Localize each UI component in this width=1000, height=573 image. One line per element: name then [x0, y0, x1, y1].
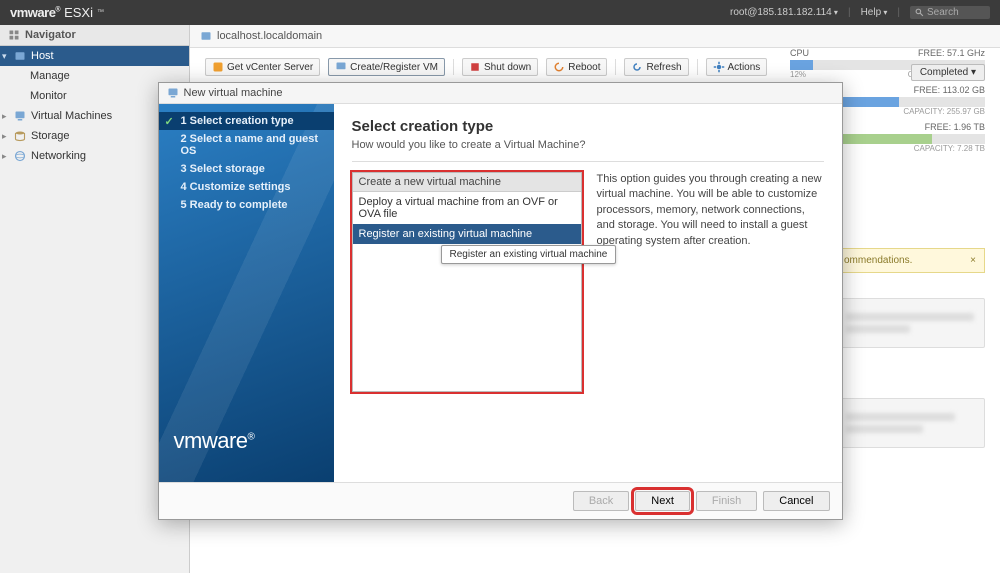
close-icon[interactable]: × — [970, 255, 976, 266]
info-card — [835, 298, 985, 348]
new-vm-wizard-modal: New virtual machine 1 Select creation ty… — [158, 82, 843, 520]
creation-type-list: Create a new virtual machine Deploy a vi… — [352, 172, 582, 392]
reboot-icon — [553, 61, 565, 73]
wizard-step-3: 3 Select storage — [159, 160, 334, 178]
help-menu[interactable]: Help — [861, 7, 888, 18]
breadcrumb: localhost.localdomain — [190, 25, 1000, 48]
wizard-step-2: 2 Select a name and guest OS — [159, 130, 334, 160]
info-card — [835, 398, 985, 448]
vmware-brand-logo: vmware® — [159, 428, 334, 474]
option-register-existing[interactable]: Register an existing virtual machine — [353, 224, 581, 244]
back-button[interactable]: Back — [573, 491, 629, 511]
navigator-icon — [8, 29, 20, 41]
modal-footer: Back Next Finish Cancel — [159, 482, 842, 519]
shutdown-icon — [469, 61, 481, 73]
option-deploy-ovf[interactable]: Deploy a virtual machine from an OVF or … — [353, 192, 581, 224]
wizard-subheading: How would you like to create a Virtual M… — [352, 139, 824, 151]
search-icon — [915, 8, 924, 17]
user-menu[interactable]: root@185.181.182.114 — [730, 7, 838, 18]
get-vcenter-button[interactable]: Get vCenter Server — [205, 58, 320, 76]
vm-icon — [167, 87, 179, 99]
create-vm-icon — [335, 61, 347, 73]
actions-button[interactable]: Actions — [706, 58, 768, 76]
vcenter-icon — [212, 61, 224, 73]
next-button[interactable]: Next — [635, 491, 690, 511]
modal-title-bar: New virtual machine — [159, 83, 842, 104]
option-create-new[interactable]: Create a new virtual machine — [353, 173, 581, 192]
wizard-step-4: 4 Customize settings — [159, 178, 334, 196]
refresh-icon — [631, 61, 643, 73]
wizard-step-5: 5 Ready to complete — [159, 196, 334, 214]
wizard-steps-panel: 1 Select creation type 2 Select a name a… — [159, 104, 334, 482]
wizard-heading: Select creation type — [352, 118, 824, 135]
product-name: ESXi — [64, 5, 93, 20]
storage-icon — [14, 130, 26, 142]
finish-button[interactable]: Finish — [696, 491, 757, 511]
reboot-button[interactable]: Reboot — [546, 58, 607, 76]
option-description: This option guides you through creating … — [597, 172, 824, 392]
host-icon — [14, 50, 26, 62]
vmware-logo: vmware® — [10, 5, 60, 20]
host-icon — [200, 30, 212, 42]
recommendations-banner[interactable]: ommendations.× — [835, 248, 985, 273]
tooltip: Register an existing virtual machine — [441, 245, 617, 264]
wizard-step-1[interactable]: 1 Select creation type — [159, 112, 334, 130]
vm-icon — [14, 110, 26, 122]
create-register-vm-button[interactable]: Create/Register VM — [328, 58, 445, 76]
gear-icon — [713, 61, 725, 73]
cancel-button[interactable]: Cancel — [763, 491, 829, 511]
navigator-header: Navigator — [0, 25, 189, 46]
nav-host[interactable]: ▾ Host — [0, 46, 189, 66]
completed-filter[interactable]: Completed ▾ — [911, 64, 985, 81]
top-bar: vmware® ESXi ™ root@185.181.182.114 | He… — [0, 0, 1000, 25]
shutdown-button[interactable]: Shut down — [462, 58, 538, 76]
network-icon — [14, 150, 26, 162]
search-box[interactable]: Search — [910, 6, 990, 19]
refresh-button[interactable]: Refresh — [624, 58, 688, 76]
